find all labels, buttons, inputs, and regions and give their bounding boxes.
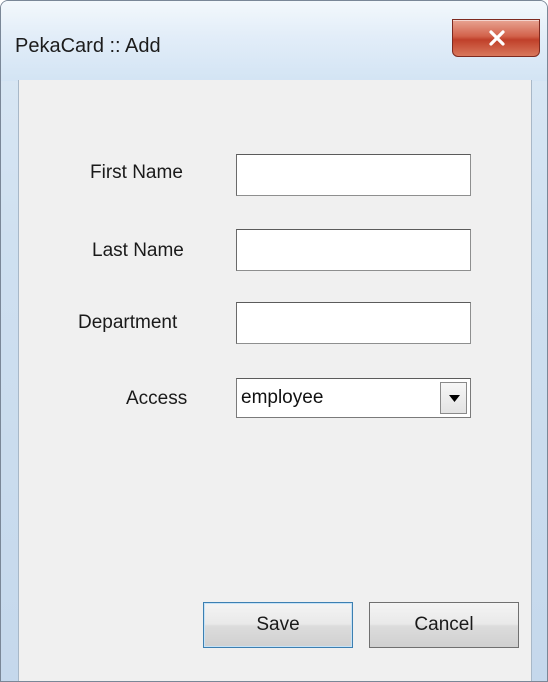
dropdown-button[interactable] bbox=[440, 382, 467, 414]
access-selected-value: employee bbox=[241, 387, 324, 408]
close-x-icon bbox=[489, 30, 505, 46]
dialog-window: PekaCard :: Add First Name Last Name Dep… bbox=[0, 0, 548, 682]
chevron-down-icon bbox=[449, 395, 460, 402]
dialog-body: First Name Last Name Department Access e… bbox=[18, 80, 532, 681]
title-bar[interactable]: PekaCard :: Add bbox=[1, 1, 547, 81]
first-name-label: First Name bbox=[90, 162, 183, 183]
access-dropdown[interactable]: employee bbox=[236, 378, 471, 418]
access-label: Access bbox=[126, 388, 188, 409]
first-name-field[interactable] bbox=[236, 154, 471, 196]
close-button[interactable] bbox=[452, 19, 540, 57]
department-field[interactable] bbox=[236, 302, 471, 344]
save-button[interactable]: Save bbox=[203, 602, 353, 648]
department-label: Department bbox=[78, 312, 178, 333]
window-title: PekaCard :: Add bbox=[15, 35, 161, 57]
last-name-label: Last Name bbox=[92, 240, 184, 261]
last-name-field[interactable] bbox=[236, 229, 471, 271]
cancel-button[interactable]: Cancel bbox=[369, 602, 519, 648]
